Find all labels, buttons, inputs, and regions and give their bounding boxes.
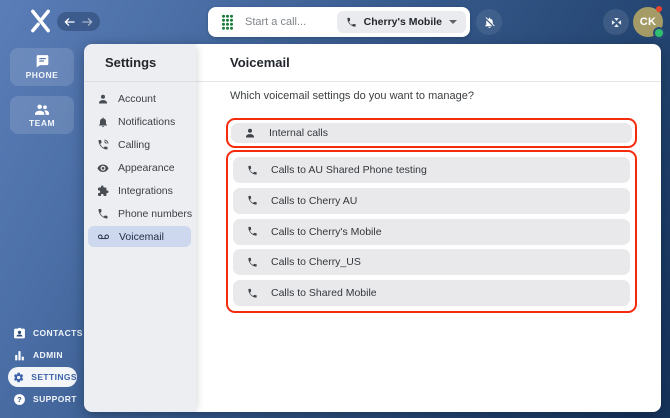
sidebar-item-label: SETTINGS bbox=[31, 372, 77, 382]
sidebar-item-support[interactable]: ? SUPPORT bbox=[0, 388, 84, 410]
phone-in-talk-icon bbox=[97, 138, 109, 151]
settings-menu-label: Notifications bbox=[118, 115, 176, 128]
voicemail-option-label: Calls to AU Shared Phone testing bbox=[271, 164, 427, 176]
svg-text:?: ? bbox=[17, 395, 22, 404]
phone-icon bbox=[347, 17, 356, 27]
collapse-window-button[interactable] bbox=[603, 9, 629, 35]
settings-menu-item-voicemail[interactable]: Voicemail bbox=[88, 226, 191, 247]
eye-icon bbox=[97, 162, 109, 174]
voicemail-content: Which voicemail settings do you want to … bbox=[196, 82, 661, 411]
annotation-box-call-options: Calls to AU Shared Phone testing Calls t… bbox=[226, 150, 637, 313]
app-window: Cherry's Mobile CK bbox=[0, 0, 670, 418]
sidebar-item-label: ADMIN bbox=[33, 350, 63, 360]
person-icon bbox=[244, 127, 256, 139]
settings-menu-label: Account bbox=[118, 92, 156, 105]
caller-id-label: Cherry's Mobile bbox=[363, 16, 442, 28]
voicemail-question-text: Which voicemail settings do you want to … bbox=[230, 90, 474, 102]
voicemail-option-button[interactable]: Calls to Shared Mobile bbox=[233, 280, 630, 306]
voicemail-option-button[interactable]: Calls to AU Shared Phone testing bbox=[233, 157, 630, 183]
people-icon bbox=[35, 104, 49, 115]
voicemail-icon bbox=[97, 231, 110, 243]
phone-icon bbox=[246, 195, 258, 206]
collapse-icon bbox=[611, 17, 621, 27]
contact-card-icon bbox=[14, 327, 25, 338]
gear-icon bbox=[14, 372, 24, 382]
voicemail-settings-main: Voicemail Which voicemail settings do yo… bbox=[196, 44, 661, 412]
avatar-initials: CK bbox=[639, 16, 657, 28]
settings-menu: Account Notifications Calling Appearance… bbox=[84, 82, 196, 247]
settings-menu-label: Integrations bbox=[118, 184, 173, 197]
phone-icon bbox=[246, 257, 258, 268]
voicemail-option-label: Internal calls bbox=[269, 127, 328, 139]
voicemail-option-label: Calls to Cherry AU bbox=[271, 194, 358, 207]
settings-menu-label: Phone numbers bbox=[118, 207, 193, 220]
bell-icon bbox=[97, 116, 109, 128]
caller-id-selector[interactable]: Cherry's Mobile bbox=[336, 11, 466, 33]
sidebar-bottom-nav: CONTACTS ADMIN SETTINGS ? SUPPORT bbox=[0, 322, 84, 410]
sidebar-item-settings[interactable]: SETTINGS bbox=[8, 367, 77, 387]
settings-menu-item-integrations[interactable]: Integrations bbox=[84, 179, 196, 202]
settings-menu-item-calling[interactable]: Calling bbox=[84, 133, 196, 156]
sidebar-item-phone[interactable]: PHONE bbox=[10, 48, 74, 86]
phone-icon bbox=[246, 165, 258, 176]
voicemail-option-button[interactable]: Calls to Cherry_US bbox=[233, 249, 630, 276]
annotation-box-internal-calls: Internal calls bbox=[226, 118, 637, 148]
phone-icon bbox=[246, 226, 258, 237]
user-avatar[interactable]: CK bbox=[633, 6, 665, 39]
voicemail-option-label: Calls to Shared Mobile bbox=[271, 287, 377, 299]
settings-menu-item-notifications[interactable]: Notifications bbox=[84, 110, 196, 133]
settings-menu-item-phone-numbers[interactable]: Phone numbers bbox=[84, 202, 196, 225]
sidebar-item-label: PHONE bbox=[25, 70, 59, 80]
settings-menu-item-appearance[interactable]: Appearance bbox=[84, 156, 196, 179]
notifications-muted-button[interactable] bbox=[476, 9, 502, 35]
chevron-down-icon bbox=[449, 20, 457, 24]
settings-menu-label: Appearance bbox=[118, 161, 175, 174]
phone-icon bbox=[246, 288, 258, 299]
voicemail-option-label: Calls to Cherry_US bbox=[271, 256, 361, 269]
person-icon bbox=[97, 93, 109, 105]
chat-bubble-icon bbox=[36, 55, 48, 68]
dialpad-icon bbox=[221, 14, 234, 30]
sidebar-item-label: SUPPORT bbox=[33, 394, 77, 404]
voicemail-option-button[interactable]: Calls to Cherry AU bbox=[233, 187, 630, 214]
sidebar-item-contacts[interactable]: CONTACTS bbox=[0, 322, 84, 344]
sidebar-item-label: CONTACTS bbox=[33, 328, 83, 338]
settings-menu-label: Calling bbox=[118, 138, 151, 151]
bell-off-icon bbox=[484, 16, 495, 28]
history-nav bbox=[57, 12, 100, 31]
settings-menu-item-account[interactable]: Account bbox=[84, 87, 196, 110]
sidebar-item-admin[interactable]: ADMIN bbox=[0, 344, 84, 366]
settings-nav-panel: Settings Account Notifications Calling A… bbox=[84, 44, 196, 412]
voicemail-option-button[interactable]: Calls to Cherry's Mobile bbox=[233, 218, 630, 245]
puzzle-icon bbox=[97, 185, 109, 197]
forward-arrow-icon[interactable] bbox=[82, 17, 93, 27]
page-title: Voicemail bbox=[196, 44, 661, 82]
settings-menu-label: Voicemail bbox=[119, 230, 164, 243]
bar-chart-icon bbox=[15, 350, 24, 360]
settings-panel-title: Settings bbox=[84, 44, 196, 82]
voicemail-option-label: Calls to Cherry's Mobile bbox=[271, 225, 382, 238]
sidebar-item-team[interactable]: TEAM bbox=[10, 96, 74, 134]
start-call-input[interactable] bbox=[245, 16, 337, 28]
brand-logo-x[interactable] bbox=[28, 7, 53, 35]
sidebar-item-label: TEAM bbox=[28, 117, 56, 128]
back-arrow-icon[interactable] bbox=[64, 17, 75, 27]
internal-calls-button[interactable]: Internal calls bbox=[231, 123, 632, 143]
online-status-dot bbox=[653, 27, 665, 39]
start-call-bar[interactable]: Cherry's Mobile bbox=[208, 7, 470, 37]
alert-dot bbox=[656, 6, 662, 12]
phone-icon bbox=[97, 208, 109, 220]
help-icon: ? bbox=[14, 393, 25, 405]
settings-card: Settings Account Notifications Calling A… bbox=[84, 44, 661, 412]
